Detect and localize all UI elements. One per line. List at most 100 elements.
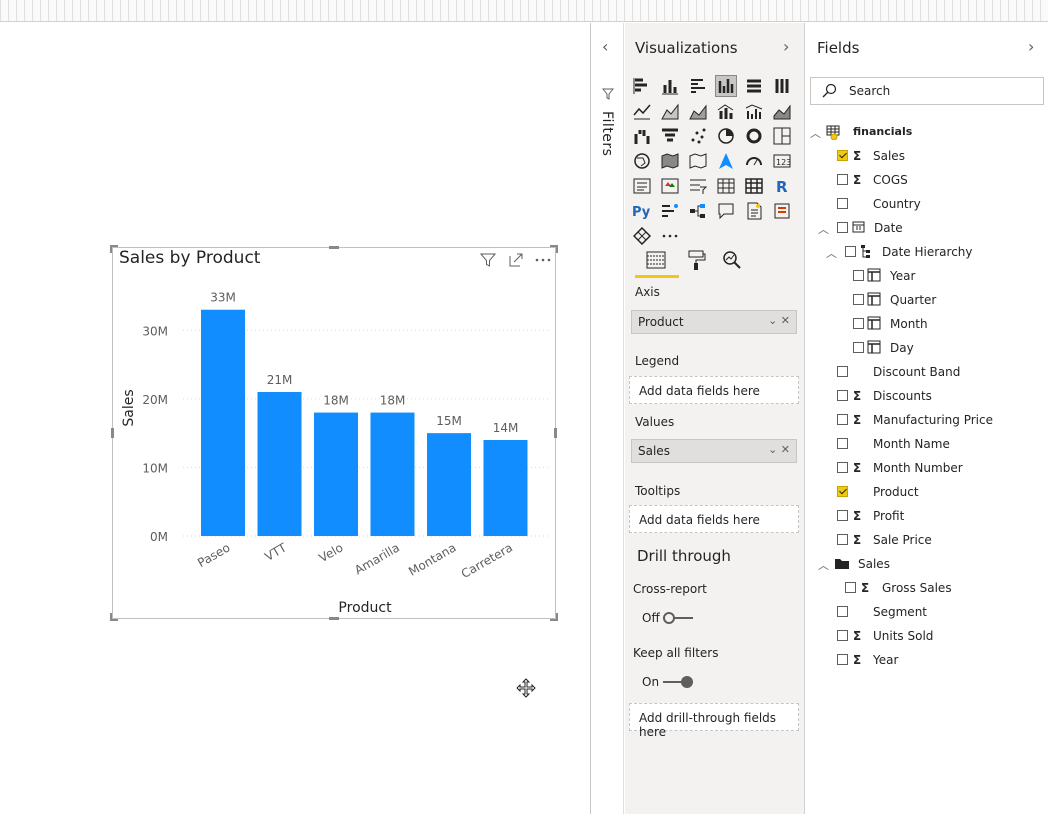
resize-handle-top-right[interactable] <box>550 245 558 253</box>
filters-pane-collapsed[interactable]: ‹ Filters <box>590 23 624 814</box>
field-row[interactable]: Quarter <box>806 289 1048 311</box>
field-checkbox[interactable] <box>837 414 848 425</box>
search-input[interactable]: Search <box>810 77 1044 105</box>
field-checkbox[interactable] <box>845 246 856 257</box>
field-row[interactable]: Segment <box>806 601 1048 623</box>
resize-handle-bottom[interactable] <box>329 617 339 620</box>
field-row[interactable]: Σ Manufacturing Price <box>806 409 1048 431</box>
field-checkbox[interactable] <box>837 390 848 401</box>
map-icon[interactable] <box>631 150 653 172</box>
resize-handle-bottom-left[interactable] <box>110 613 118 621</box>
field-row[interactable]: Country <box>806 193 1048 215</box>
field-checkbox[interactable] <box>837 510 848 521</box>
collapse-chevron-icon[interactable]: ︿ <box>818 221 829 237</box>
field-row[interactable]: Σ Discounts <box>806 385 1048 407</box>
area-chart-icon[interactable] <box>659 100 681 122</box>
field-checkbox[interactable] <box>837 222 848 233</box>
pill-controls[interactable]: ⌄ ✕ <box>768 314 790 327</box>
analytics-magnifier-icon[interactable] <box>719 247 745 273</box>
card-icon[interactable]: 123 <box>771 150 793 172</box>
resize-handle-top[interactable] <box>329 246 339 249</box>
field-checkbox[interactable] <box>845 582 856 593</box>
field-checkbox[interactable] <box>837 534 848 545</box>
field-row[interactable]: ︿ Sales <box>806 553 1048 575</box>
qa-icon[interactable] <box>715 200 737 222</box>
field-checkbox[interactable] <box>837 366 848 377</box>
field-row[interactable]: Month Name <box>806 433 1048 455</box>
field-checkbox[interactable] <box>853 342 864 353</box>
field-row[interactable]: Σ COGS <box>806 169 1048 191</box>
bar[interactable] <box>483 440 528 536</box>
resize-handle-right[interactable] <box>554 428 557 438</box>
field-row[interactable]: Σ Year <box>806 649 1048 671</box>
gauge-icon[interactable] <box>743 150 765 172</box>
fields-tab-icon[interactable] <box>643 247 669 273</box>
keep-all-filters-toggle[interactable] <box>663 676 693 688</box>
field-row[interactable]: ︿ Date Hierarchy <box>806 241 1048 263</box>
field-checkbox[interactable] <box>853 294 864 305</box>
kpi-icon[interactable] <box>659 175 681 197</box>
field-checkbox[interactable] <box>837 654 848 665</box>
filter-icon[interactable] <box>479 252 497 268</box>
100-stacked-bar-chart-icon[interactable] <box>743 75 765 97</box>
field-row[interactable]: ︿ Date <box>806 217 1048 239</box>
field-checkbox[interactable] <box>837 174 848 185</box>
scatter-chart-icon[interactable] <box>687 125 709 147</box>
collapse-chevron-icon[interactable]: ︿ <box>818 557 829 573</box>
tooltips-drop-zone[interactable]: Add data fields here <box>629 505 799 533</box>
field-row[interactable]: Discount Band <box>806 361 1048 383</box>
ribbon-chart-icon[interactable] <box>771 100 793 122</box>
power-apps-icon[interactable] <box>631 225 653 247</box>
field-row[interactable]: Day <box>806 337 1048 359</box>
slicer-icon[interactable] <box>687 175 709 197</box>
values-field-pill[interactable]: Sales ⌄ ✕ <box>631 439 797 463</box>
cross-report-toggle[interactable] <box>663 612 693 624</box>
resize-handle-bottom-right[interactable] <box>550 613 558 621</box>
line-and-clustered-column-chart-icon[interactable] <box>743 100 765 122</box>
donut-chart-icon[interactable] <box>743 125 765 147</box>
chevron-left-icon[interactable]: ‹ <box>602 37 608 56</box>
field-row[interactable]: Month <box>806 313 1048 335</box>
paint-roller-icon[interactable] <box>683 247 709 273</box>
azure-map-icon[interactable] <box>715 150 737 172</box>
clustered-bar-chart-icon[interactable] <box>687 75 709 97</box>
collapse-chevron-icon[interactable]: ︿ <box>810 125 821 141</box>
field-row[interactable]: Σ Units Sold <box>806 625 1048 647</box>
field-row[interactable]: Product <box>806 481 1048 503</box>
field-checkbox[interactable] <box>837 606 848 617</box>
field-checkbox[interactable] <box>837 198 848 209</box>
field-row[interactable]: Σ Sales <box>806 145 1048 167</box>
bar-chart-visual[interactable]: 0M 10M 20M 30M 33M Paseo 21M VTT 18M Velo 18M Amari… <box>110 245 558 621</box>
more-options-icon[interactable] <box>534 252 552 268</box>
pie-chart-icon[interactable] <box>715 125 737 147</box>
shape-map-icon[interactable] <box>687 150 709 172</box>
field-row[interactable]: ︿ financials <box>806 121 1048 143</box>
field-checkbox[interactable] <box>837 486 848 497</box>
legend-drop-zone[interactable]: Add data fields here <box>629 376 799 404</box>
stacked-area-chart-icon[interactable] <box>687 100 709 122</box>
chevron-right-icon[interactable]: › <box>1028 37 1034 56</box>
key-influencers-icon[interactable] <box>659 200 681 222</box>
matrix-icon[interactable] <box>743 175 765 197</box>
field-row[interactable]: Σ Sale Price <box>806 529 1048 551</box>
collapse-chevron-icon[interactable]: ︿ <box>826 245 837 261</box>
field-checkbox[interactable] <box>853 318 864 329</box>
resize-handle-top-left[interactable] <box>110 245 118 253</box>
axis-field-pill[interactable]: Product ⌄ ✕ <box>631 310 797 334</box>
100-stacked-column-chart-icon[interactable] <box>771 75 793 97</box>
more-visuals-icon[interactable] <box>659 225 681 247</box>
treemap-icon[interactable] <box>771 125 793 147</box>
field-checkbox[interactable] <box>837 150 848 161</box>
decomposition-tree-icon[interactable] <box>687 200 709 222</box>
line-and-stacked-column-chart-icon[interactable] <box>715 100 737 122</box>
field-checkbox[interactable] <box>853 270 864 281</box>
field-row[interactable]: Σ Month Number <box>806 457 1048 479</box>
table-icon[interactable] <box>715 175 737 197</box>
field-checkbox[interactable] <box>837 438 848 449</box>
bar[interactable] <box>370 412 415 536</box>
r-visual-icon[interactable]: R <box>771 175 793 197</box>
funnel-chart-icon[interactable] <box>659 125 681 147</box>
line-chart-icon[interactable] <box>631 100 653 122</box>
field-row[interactable]: Year <box>806 265 1048 287</box>
field-checkbox[interactable] <box>837 462 848 473</box>
